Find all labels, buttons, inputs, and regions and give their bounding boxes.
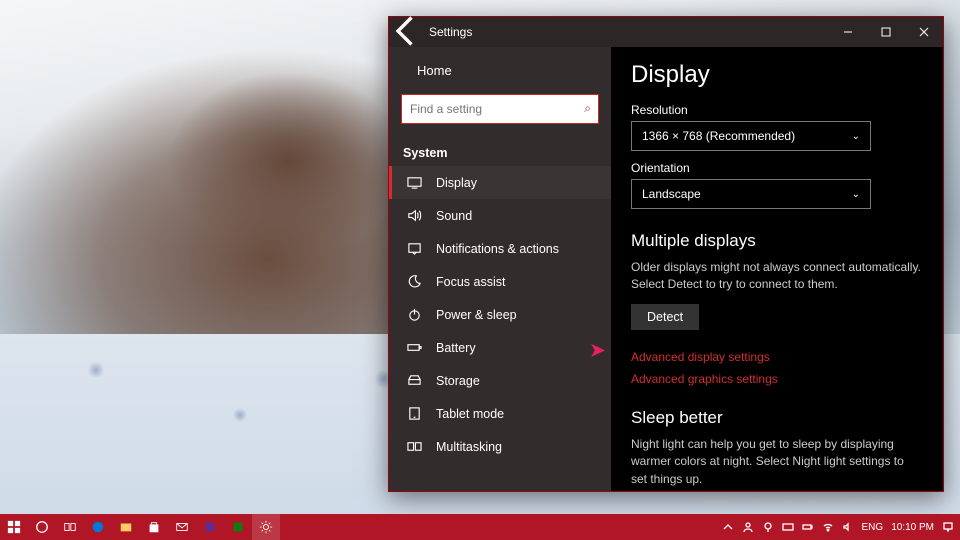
orientation-label: Orientation xyxy=(631,161,923,175)
resolution-value: 1366 × 768 (Recommended) xyxy=(642,129,795,143)
page-title: Display xyxy=(631,61,923,89)
sidebar-item-battery[interactable]: Battery xyxy=(389,331,611,364)
action-center-icon[interactable] xyxy=(942,521,954,533)
sidebar-item-notifications[interactable]: Notifications & actions xyxy=(389,232,611,265)
multiple-displays-text: Older displays might not always connect … xyxy=(631,259,923,294)
orientation-value: Landscape xyxy=(642,187,701,201)
location-icon[interactable] xyxy=(762,521,774,533)
maximize-button[interactable] xyxy=(867,17,905,47)
sidebar-item-power[interactable]: Power & sleep xyxy=(389,298,611,331)
wifi-icon[interactable] xyxy=(822,521,834,533)
resolution-label: Resolution xyxy=(631,103,923,117)
orientation-select[interactable]: Landscape ⌄ xyxy=(631,179,871,209)
chevron-down-icon: ⌄ xyxy=(852,189,860,200)
store-icon[interactable] xyxy=(140,514,168,540)
display-icon xyxy=(406,175,422,190)
app-icon[interactable] xyxy=(196,514,224,540)
chevron-down-icon: ⌄ xyxy=(852,131,860,142)
advanced-display-link[interactable]: Advanced display settings xyxy=(631,350,923,364)
sidebar-item-multitasking[interactable]: Multitasking xyxy=(389,430,611,463)
focus-icon xyxy=(406,274,422,289)
multitasking-icon xyxy=(406,439,422,454)
sidebar-item-label: Power & sleep xyxy=(436,308,517,322)
app-icon-2[interactable] xyxy=(224,514,252,540)
close-button[interactable] xyxy=(905,17,943,47)
taskview-icon[interactable] xyxy=(56,514,84,540)
search-input[interactable] xyxy=(401,94,599,124)
advanced-graphics-link[interactable]: Advanced graphics settings xyxy=(631,372,923,386)
start-button[interactable] xyxy=(0,514,28,540)
minimize-button[interactable] xyxy=(829,17,867,47)
storage-icon xyxy=(406,373,422,388)
sidebar-item-label: Notifications & actions xyxy=(436,242,559,256)
multiple-displays-heading: Multiple displays xyxy=(631,231,923,251)
cortana-icon[interactable] xyxy=(28,514,56,540)
battery-tray-icon[interactable] xyxy=(802,521,814,533)
sidebar-item-label: Sound xyxy=(436,209,472,223)
sidebar-item-label: Storage xyxy=(436,374,480,388)
keyboard-icon[interactable] xyxy=(782,521,794,533)
sidebar-item-label: Focus assist xyxy=(436,275,505,289)
explorer-icon[interactable] xyxy=(112,514,140,540)
tablet-icon xyxy=(406,406,422,421)
settings-window: Settings Home ⌕ System Display Sound xyxy=(388,16,944,492)
sidebar-item-sound[interactable]: Sound xyxy=(389,199,611,232)
sleep-better-text: Night light can help you get to sleep by… xyxy=(631,436,923,488)
edge-icon[interactable] xyxy=(84,514,112,540)
back-button[interactable] xyxy=(389,13,425,52)
people-icon[interactable] xyxy=(742,521,754,533)
home-label: Home xyxy=(417,63,452,78)
home-link[interactable]: Home xyxy=(389,55,611,86)
settings-taskbar-icon[interactable] xyxy=(252,514,280,540)
sidebar-item-label: Battery xyxy=(436,341,476,355)
annotation-arrow: ➤ xyxy=(590,340,605,361)
detect-button[interactable]: Detect xyxy=(631,304,699,330)
sound-icon xyxy=(406,208,422,223)
taskbar: ENG 10:10 PM xyxy=(0,514,960,540)
sidebar-item-storage[interactable]: Storage xyxy=(389,364,611,397)
titlebar: Settings xyxy=(389,17,943,47)
language-indicator[interactable]: ENG xyxy=(862,522,884,533)
sidebar-item-label: Display xyxy=(436,176,477,190)
main-panel: Display Resolution 1366 × 768 (Recommend… xyxy=(611,47,943,491)
volume-icon[interactable] xyxy=(842,521,854,533)
sidebar-item-tablet[interactable]: Tablet mode xyxy=(389,397,611,430)
window-title: Settings xyxy=(425,25,472,39)
sidebar-item-label: Multitasking xyxy=(436,440,502,454)
sidebar: Home ⌕ System Display Sound Notification… xyxy=(389,47,611,491)
sidebar-item-focus[interactable]: Focus assist xyxy=(389,265,611,298)
category-heading: System xyxy=(389,134,611,166)
clock[interactable]: 10:10 PM xyxy=(891,522,934,533)
battery-icon xyxy=(406,340,422,355)
sleep-better-heading: Sleep better xyxy=(631,408,923,428)
power-icon xyxy=(406,307,422,322)
mail-icon[interactable] xyxy=(168,514,196,540)
resolution-select[interactable]: 1366 × 768 (Recommended) ⌄ xyxy=(631,121,871,151)
notifications-icon xyxy=(406,241,422,256)
tray-up-icon[interactable] xyxy=(722,521,734,533)
sidebar-item-display[interactable]: Display xyxy=(389,166,611,199)
sidebar-item-label: Tablet mode xyxy=(436,407,504,421)
